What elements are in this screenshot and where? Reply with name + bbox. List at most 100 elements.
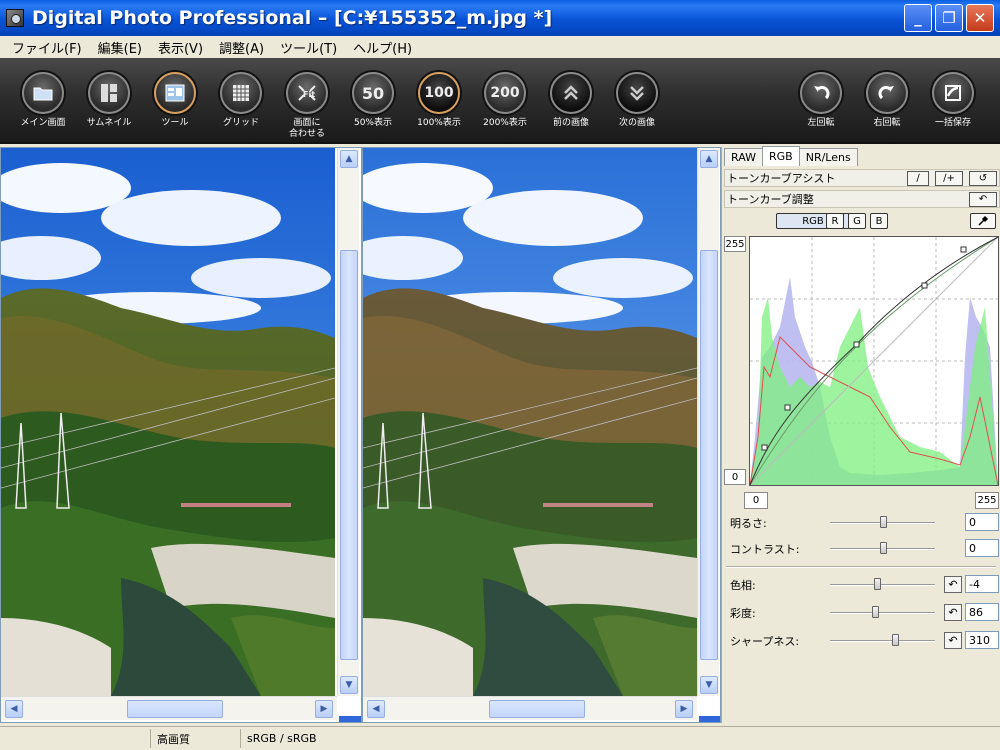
tone-curve-adjust-row: トーンカーブ調整 ↶ — [724, 190, 1000, 208]
channel-r-btn[interactable]: R — [826, 213, 844, 229]
fit-screen-button[interactable]: Fit 画面に 合わせる — [276, 72, 338, 140]
saturation-reset-icon[interactable]: ↶ — [944, 604, 962, 621]
pane-corner — [699, 716, 720, 722]
minimize-button[interactable]: _ — [904, 4, 932, 32]
tab-nr-lens[interactable]: NR/Lens — [798, 148, 858, 166]
horizontal-scrollbar-original[interactable]: ◀ ▶ — [1, 696, 337, 720]
menu-file[interactable]: ファイル(F) — [4, 38, 90, 57]
vertical-scrollbar-original[interactable]: ▲ ▼ — [337, 148, 359, 696]
graph-min-label: 0 — [724, 469, 746, 485]
saturation-track[interactable] — [830, 612, 935, 614]
title-bar: Digital Photo Professional – [C:¥155352_… — [0, 0, 1000, 36]
double-chevron-down-icon — [616, 72, 658, 114]
window-title: Digital Photo Professional – [C:¥155352_… — [32, 7, 553, 29]
brightness-value[interactable]: 0 — [965, 513, 999, 531]
horizontal-scrollbar-adjusted[interactable]: ◀ ▶ — [363, 696, 697, 720]
window-controls: _ ❐ ✕ — [904, 4, 994, 32]
saturation-thumb[interactable] — [872, 606, 880, 618]
contrast-label: コントラスト: — [730, 543, 800, 556]
scroll-right-button[interactable]: ▶ — [675, 700, 693, 718]
zoom-200-label: 200%表示 — [483, 118, 527, 128]
zoom-50-icon: 50 — [352, 72, 394, 114]
hue-reset-icon[interactable]: ↶ — [944, 576, 962, 593]
zoom-200-button[interactable]: 200 200%表示 — [474, 72, 536, 129]
channel-b-btn[interactable]: B — [870, 213, 888, 229]
channel-g-btn[interactable]: G — [848, 213, 866, 229]
scroll-thumb[interactable] — [127, 700, 223, 718]
scroll-thumb[interactable] — [700, 250, 718, 660]
image-pane-original: ▲ ▼ ◀ ▶ — [0, 147, 362, 723]
hue-slider-row: 色相: ↶ -4 — [722, 575, 1000, 595]
scroll-right-button[interactable]: ▶ — [315, 700, 333, 718]
batch-save-button[interactable]: 一括保存 — [922, 72, 984, 129]
grid-label: グリッド — [222, 118, 259, 128]
zoom-50-button[interactable]: 50 50%表示 — [342, 72, 404, 129]
contrast-thumb[interactable] — [879, 542, 887, 554]
sharpness-label: シャープネス: — [730, 635, 800, 648]
rotate-right-button[interactable]: 右回転 — [856, 72, 918, 129]
saturation-value[interactable]: 86 — [965, 603, 999, 621]
menu-edit[interactable]: 編集(E) — [90, 38, 150, 57]
image-pane-adjusted: ▲ ▼ ◀ ▶ — [362, 147, 721, 723]
input-max-field[interactable]: 255 — [975, 492, 999, 509]
hue-thumb[interactable] — [874, 578, 882, 590]
sharpness-reset-icon[interactable]: ↶ — [944, 632, 962, 649]
tab-raw[interactable]: RAW — [724, 148, 763, 166]
thumbnail-button[interactable]: サムネイル — [78, 72, 140, 129]
scroll-up-button[interactable]: ▲ — [700, 150, 718, 168]
sharpness-thumb[interactable] — [892, 634, 900, 646]
tab-rgb[interactable]: RGB — [762, 146, 800, 166]
hue-track[interactable] — [830, 584, 935, 586]
tool-palette: RAW RGB NR/Lens トーンカーブアシスト ∕ ∕+ ↺ トーンカーブ… — [721, 146, 1000, 723]
tool-button[interactable]: ツール — [144, 72, 206, 129]
curve-assist-reset-button[interactable]: ↺ — [969, 171, 997, 186]
tool-label: ツール — [161, 118, 189, 128]
sharpness-value[interactable]: 310 — [965, 631, 999, 649]
rotate-left-button[interactable]: 左回転 — [790, 72, 852, 129]
main-window-button[interactable]: メイン画面 — [12, 72, 74, 129]
scroll-thumb[interactable] — [340, 250, 358, 660]
curve-assist-plus-button[interactable]: ∕+ — [935, 171, 963, 186]
tone-curve-assist-row: トーンカーブアシスト ∕ ∕+ ↺ — [724, 169, 1000, 187]
tool-tabs: RAW RGB NR/Lens — [724, 146, 858, 166]
status-quality: 高画質 — [150, 729, 240, 748]
scroll-up-button[interactable]: ▲ — [340, 150, 358, 168]
svg-text:Fit: Fit — [303, 90, 315, 99]
app-icon[interactable] — [6, 9, 24, 27]
thumbnail-label: サムネイル — [86, 118, 132, 128]
menu-help[interactable]: ヘルプ(H) — [345, 38, 420, 57]
menu-tools[interactable]: ツール(T) — [272, 38, 345, 57]
hue-value[interactable]: -4 — [965, 575, 999, 593]
close-button[interactable]: ✕ — [966, 4, 994, 32]
fit-screen-label: 画面に 合わせる — [288, 118, 325, 139]
scroll-left-button[interactable]: ◀ — [367, 700, 385, 718]
zoom-200-icon: 200 — [484, 72, 526, 114]
rotate-right-icon — [866, 72, 908, 114]
scroll-thumb[interactable] — [489, 700, 585, 718]
brightness-thumb[interactable] — [879, 516, 887, 528]
zoom-100-icon: 100 — [418, 72, 460, 114]
toolbar: メイン画面 サムネイル ツール グリッド Fit 画面に 合わせる 50 50%表… — [0, 58, 1000, 144]
menu-view[interactable]: 表示(V) — [150, 38, 211, 57]
sharpness-track[interactable] — [830, 640, 935, 642]
next-image-button[interactable]: 次の画像 — [606, 72, 668, 129]
contrast-value[interactable]: 0 — [965, 539, 999, 557]
tone-curve-graph[interactable] — [749, 236, 999, 486]
maximize-button[interactable]: ❐ — [935, 4, 963, 32]
menu-adjust[interactable]: 調整(A) — [211, 38, 272, 57]
thumbnail-icon — [88, 72, 130, 114]
next-image-label: 次の画像 — [618, 118, 655, 128]
zoom-100-button[interactable]: 100 100%表示 — [408, 72, 470, 129]
scroll-down-button[interactable]: ▼ — [340, 676, 358, 694]
grid-icon — [220, 72, 262, 114]
photo-original — [1, 148, 335, 696]
eyedropper-icon[interactable] — [970, 213, 996, 229]
scroll-left-button[interactable]: ◀ — [5, 700, 23, 718]
input-min-field[interactable]: 0 — [744, 492, 768, 509]
undo-icon[interactable]: ↶ — [969, 192, 997, 207]
prev-image-button[interactable]: 前の画像 — [540, 72, 602, 129]
grid-button[interactable]: グリッド — [210, 72, 272, 129]
curve-assist-button[interactable]: ∕ — [907, 171, 929, 186]
vertical-scrollbar-adjusted[interactable]: ▲ ▼ — [697, 148, 719, 696]
scroll-down-button[interactable]: ▼ — [700, 676, 718, 694]
